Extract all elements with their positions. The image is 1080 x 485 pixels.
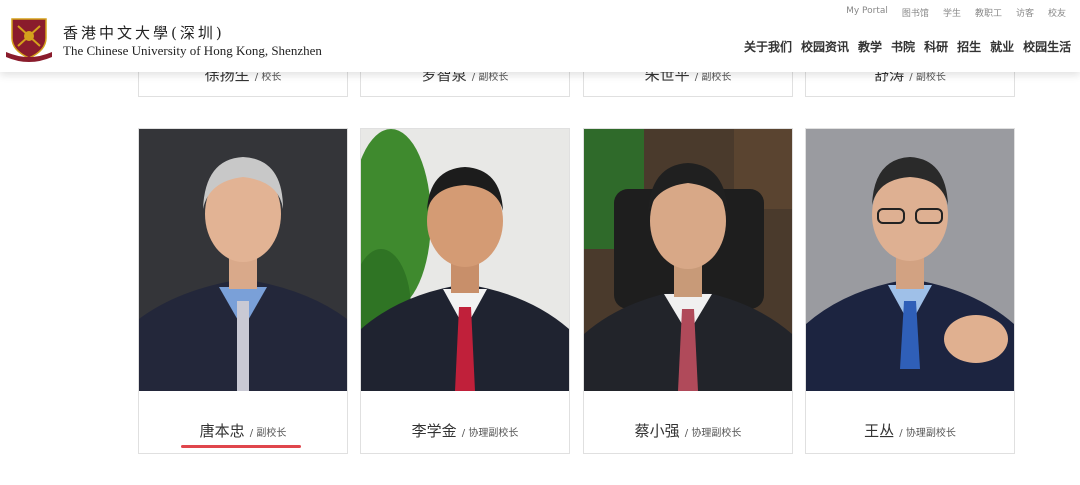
nav-teaching[interactable]: 教学 — [858, 38, 882, 55]
site-header: 香港中文大學(深圳) The Chinese University of Hon… — [0, 0, 1080, 72]
nav-careers[interactable]: 就业 — [990, 38, 1014, 55]
nav-admissions[interactable]: 招生 — [957, 38, 981, 55]
leader-title: / 副校长 — [909, 72, 946, 83]
my-portal-link[interactable]: My Portal — [846, 6, 888, 19]
leader-card-3[interactable]: 蔡小强 / 协理副校长 — [583, 128, 793, 454]
leader-title: / 协理副校长 — [461, 428, 519, 439]
nav-research[interactable]: 科研 — [924, 38, 948, 55]
nav-news[interactable]: 校园资讯 — [801, 38, 849, 55]
utility-nav: My Portal 图书馆 学生 教职工 访客 校友 — [846, 6, 1066, 19]
university-crest-icon[interactable] — [6, 16, 52, 62]
staff-link[interactable]: 教职工 — [975, 6, 1002, 19]
leader-photo[interactable] — [361, 129, 569, 391]
visitors-link[interactable]: 访客 — [1016, 6, 1034, 19]
leader-photo[interactable] — [139, 129, 347, 391]
leader-title: / 协理副校长 — [899, 428, 956, 439]
leader-name: 唐本忠 — [199, 422, 245, 440]
library-link[interactable]: 图书馆 — [902, 6, 929, 19]
active-underline — [181, 445, 301, 448]
leader-card-1[interactable]: 唐本忠 / 副校长 — [138, 128, 348, 454]
nav-colleges[interactable]: 书院 — [891, 38, 915, 55]
students-link[interactable]: 学生 — [943, 6, 961, 19]
main-nav: 关于我们 校园资讯 教学 书院 科研 招生 就业 校园生活 — [744, 38, 1071, 55]
university-name-cn[interactable]: 香港中文大學(深圳) — [63, 22, 225, 43]
leader-title: / 副校长 — [694, 72, 732, 83]
leader-photo[interactable] — [584, 129, 792, 391]
alumni-link[interactable]: 校友 — [1048, 6, 1066, 19]
nav-about[interactable]: 关于我们 — [744, 38, 792, 55]
leader-name: 王丛 — [864, 422, 895, 440]
leader-title: / 副校长 — [471, 72, 509, 83]
leader-photo[interactable] — [806, 129, 1014, 391]
leader-name: 蔡小强 — [634, 422, 680, 440]
university-name-en[interactable]: The Chinese University of Hong Kong, She… — [63, 43, 322, 59]
leader-card-2[interactable]: 李学金 / 协理副校长 — [360, 128, 570, 454]
leader-title: / 副校长 — [249, 428, 287, 439]
leader-title: / 协理副校长 — [684, 428, 742, 439]
nav-campus-life[interactable]: 校园生活 — [1023, 38, 1071, 55]
leader-title: / 校长 — [254, 72, 282, 83]
leader-name: 李学金 — [411, 422, 457, 440]
leader-card-4[interactable]: 王丛 / 协理副校长 — [805, 128, 1015, 454]
